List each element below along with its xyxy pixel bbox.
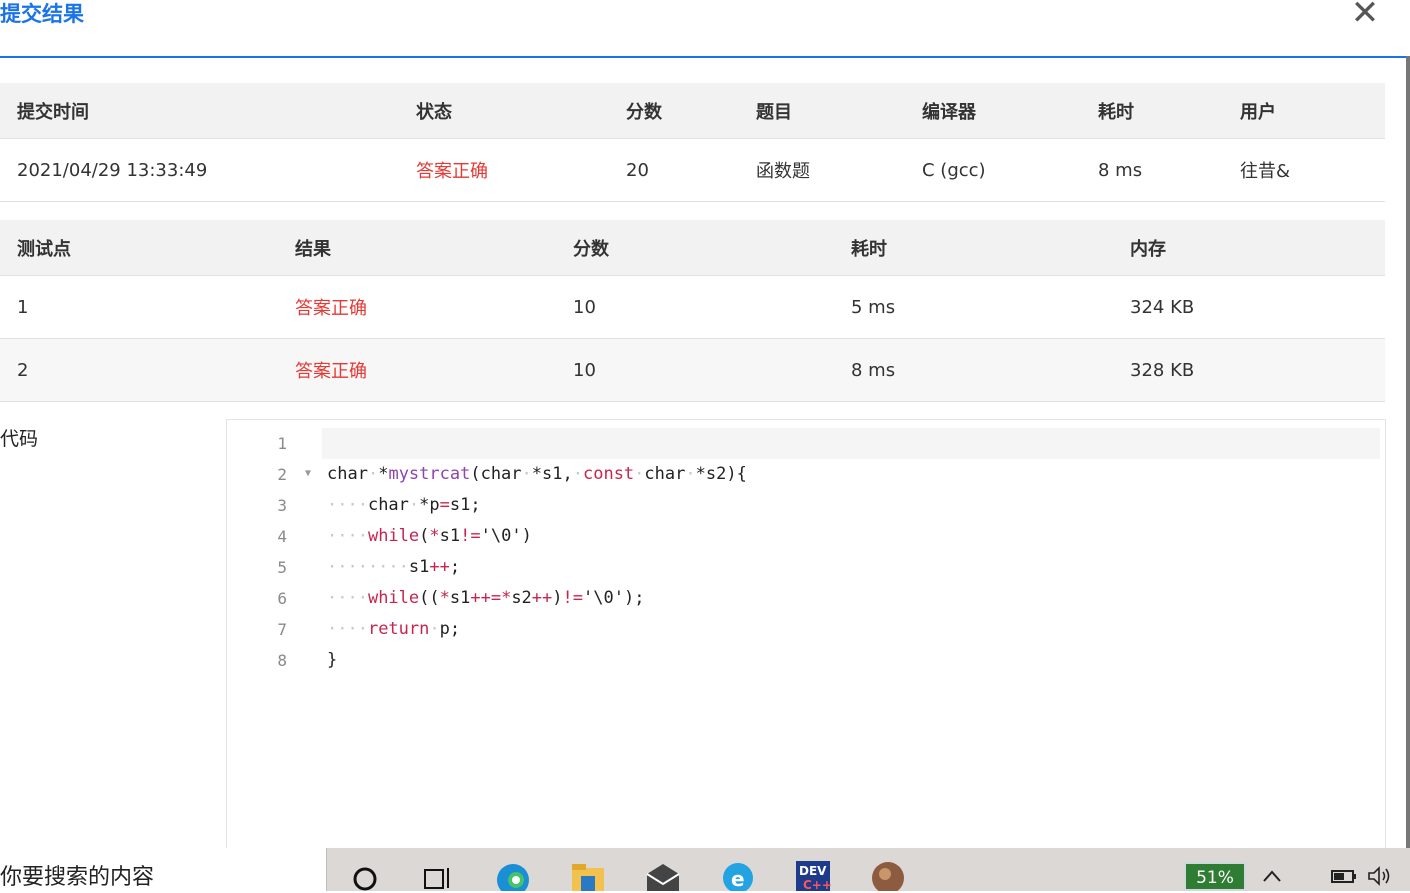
- time-used: 8 ms: [1081, 138, 1223, 202]
- cases-header-row: 测试点 结果 分数 耗时 内存: [0, 220, 1385, 276]
- code-line: ····while((*s1++=*s2++)!='\0');: [327, 588, 645, 608]
- volume-icon[interactable]: [1367, 866, 1395, 886]
- line-number: 5: [277, 558, 287, 577]
- summary-table: 提交时间 状态 分数 题目 编译器 耗时 用户 2021/04/29 13:33…: [0, 83, 1385, 202]
- svg-text:C++: C++: [803, 878, 832, 891]
- code-line: }: [327, 650, 338, 670]
- dialog-title: 提交结果: [0, 2, 84, 26]
- scrollbar-edge: [1406, 56, 1410, 848]
- task-view-icon[interactable]: [423, 858, 453, 891]
- line-number: 4: [277, 527, 287, 546]
- summary-header-user: 用户: [1223, 83, 1385, 139]
- submit-time: 2021/04/29 13:33:49: [0, 138, 399, 202]
- case-memory: 328 KB: [1113, 338, 1385, 402]
- code-line: ········s1++;: [327, 557, 461, 577]
- case-time: 8 ms: [834, 338, 1113, 402]
- table-row: 1 答案正确 10 5 ms 324 KB: [0, 275, 1385, 339]
- code-label: 代码: [0, 428, 39, 450]
- chevron-up-icon[interactable]: [1261, 866, 1283, 886]
- summary-header-time-used: 耗时: [1081, 83, 1223, 139]
- case-result: 答案正确: [278, 338, 556, 402]
- line-number: 2: [277, 465, 287, 484]
- summary-header-row: 提交时间 状态 分数 题目 编译器 耗时 用户: [0, 83, 1385, 139]
- ie-icon[interactable]: e: [720, 858, 756, 891]
- compiler: C (gcc): [905, 138, 1081, 202]
- battery-percentage-badge[interactable]: 51%: [1184, 862, 1246, 891]
- mail-icon[interactable]: [644, 858, 682, 891]
- total-score: 20: [609, 138, 739, 202]
- close-icon[interactable]: ✕: [1350, 0, 1380, 30]
- dialog-header: 提交结果 ✕: [0, 0, 1410, 58]
- cases-header-result: 结果: [278, 220, 556, 276]
- svg-text:DEV: DEV: [799, 864, 827, 878]
- devcpp-icon[interactable]: DEVC++: [794, 858, 832, 891]
- line-number: 7: [277, 620, 287, 639]
- summary-header-score: 分数: [609, 83, 739, 139]
- line-number: 3: [277, 496, 287, 515]
- case-result: 答案正确: [278, 275, 556, 339]
- cortana-icon[interactable]: [352, 858, 380, 891]
- line-number: 6: [277, 589, 287, 608]
- summary-header-problem: 题目: [739, 83, 905, 139]
- table-row: 2 答案正确 10 8 ms 328 KB: [0, 338, 1385, 402]
- svg-text:e: e: [731, 867, 745, 891]
- case-id: 1: [0, 275, 278, 339]
- avatar-icon[interactable]: [868, 858, 908, 891]
- code-lines: char·*mystrcat(char·*s1,·const·char·*s2)…: [327, 428, 747, 676]
- cases-header-case: 测试点: [0, 220, 278, 276]
- edge-icon[interactable]: [494, 858, 532, 891]
- battery-icon[interactable]: [1331, 866, 1357, 886]
- code-editor[interactable]: 1 2 3 4 5 6 7 8 ▼ char·*mystrcat(char·*s…: [226, 419, 1386, 861]
- summary-header-status: 状态: [399, 83, 609, 139]
- code-line: ····char·*p=s1;: [327, 495, 481, 515]
- fold-arrow-icon[interactable]: ▼: [305, 468, 311, 479]
- file-explorer-icon[interactable]: [570, 858, 606, 891]
- code-line: char·*mystrcat(char·*s1,·const·char·*s2)…: [327, 464, 747, 484]
- search-input[interactable]: 你要搜索的内容: [0, 865, 154, 891]
- case-id: 2: [0, 338, 278, 402]
- cases-header-memory: 内存: [1113, 220, 1385, 276]
- case-time: 5 ms: [834, 275, 1113, 339]
- case-score: 10: [556, 338, 834, 402]
- summary-header-time: 提交时间: [0, 83, 399, 139]
- cases-header-time: 耗时: [834, 220, 1113, 276]
- problem-link[interactable]: 函数题: [739, 138, 905, 202]
- cases-table: 测试点 结果 分数 耗时 内存 1 答案正确 10 5 ms 324 KB 2 …: [0, 220, 1385, 402]
- case-score: 10: [556, 275, 834, 339]
- table-row: 2021/04/29 13:33:49 答案正确 20 函数题 C (gcc) …: [0, 138, 1385, 202]
- line-gutter: 1 2 3 4 5 6 7 8: [227, 428, 287, 676]
- line-number: 8: [277, 651, 287, 670]
- cases-header-score: 分数: [556, 220, 834, 276]
- summary-header-compiler: 编译器: [905, 83, 1081, 139]
- line-number: 1: [277, 434, 287, 453]
- case-memory: 324 KB: [1113, 275, 1385, 339]
- user-link[interactable]: 往昔&: [1223, 138, 1385, 202]
- code-line: ····while(*s1!='\0'): [327, 526, 532, 546]
- code-line: ····return·p;: [327, 619, 461, 639]
- status-badge: 答案正确: [399, 138, 609, 202]
